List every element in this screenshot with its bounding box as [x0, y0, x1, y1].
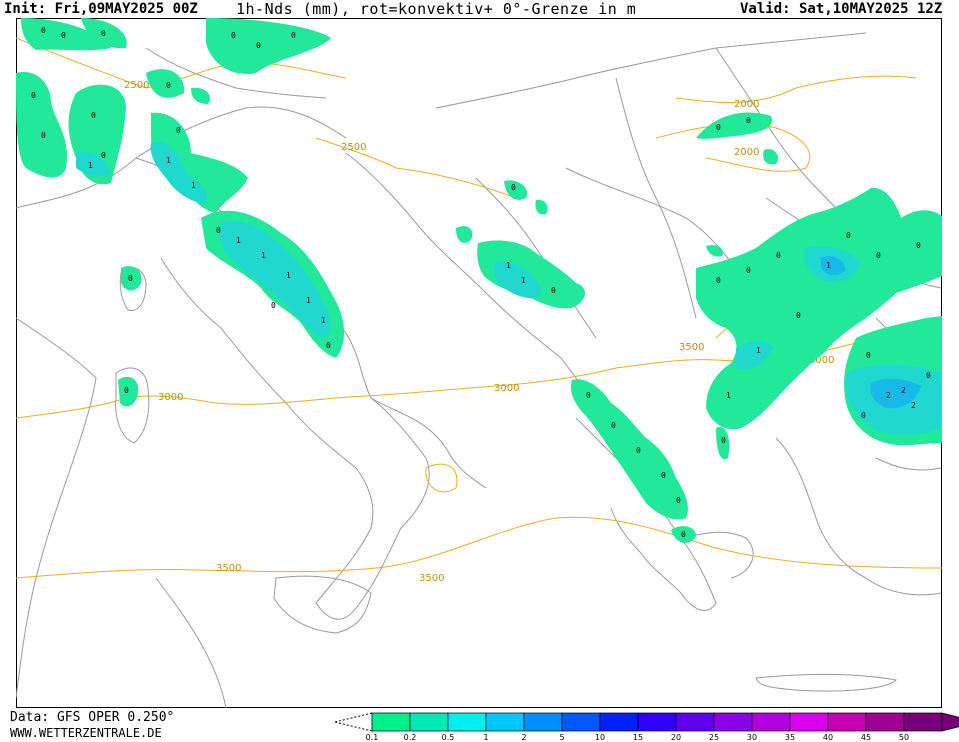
cell-symbol: 0 [611, 421, 616, 430]
cell-symbol: 0 [776, 251, 781, 260]
legend-swatch [409, 712, 449, 732]
cell-symbol: 0 [846, 231, 851, 240]
cell-symbol: 1 [756, 346, 761, 355]
cell-symbol: 1 [306, 296, 311, 305]
cell-symbol: 0 [41, 26, 46, 35]
cell-symbol: 1 [726, 391, 731, 400]
cell-symbol: 1 [506, 261, 511, 270]
contour-label: 2500 [124, 80, 149, 91]
cell-symbol: 1 [261, 251, 266, 260]
cell-symbol: 0 [866, 351, 871, 360]
cell-symbol: 0 [676, 496, 681, 505]
cell-symbol: 0 [746, 266, 751, 275]
cell-symbol: 0 [91, 111, 96, 120]
legend-swatch [675, 712, 715, 732]
contour-label: 2500 [341, 142, 366, 153]
cell-symbol: 0 [61, 31, 66, 40]
cell-symbol: 0 [861, 411, 866, 420]
contour-label: 3000 [158, 392, 183, 403]
cell-symbol: 1 [166, 156, 171, 165]
cell-symbol: 0 [128, 274, 133, 283]
cell-symbol: 0 [916, 241, 921, 250]
legend-swatch [599, 712, 639, 732]
cell-symbol: 0 [41, 131, 46, 140]
legend-swatch [827, 712, 867, 732]
cell-symbol: 0 [101, 29, 106, 38]
legend-swatch [789, 712, 829, 732]
weather-map: 2500 2500 2000 2000 3000 3000 3000 3500 … [16, 18, 942, 708]
cell-symbol: 0 [551, 286, 556, 295]
cell-symbol: 0 [326, 341, 331, 350]
contour-label: 3500 [679, 342, 704, 353]
legend-swatch [523, 712, 563, 732]
cell-symbol: 0 [721, 436, 726, 445]
cell-symbol: 0 [716, 276, 721, 285]
legend-color-bar [335, 712, 959, 732]
cell-symbol: 0 [681, 530, 686, 539]
legend-swatch [865, 712, 905, 732]
cell-symbol: 1 [826, 261, 831, 270]
cell-symbol: 0 [661, 471, 666, 480]
cell-symbol: 2 [911, 401, 916, 410]
legend-swatch [485, 712, 525, 732]
cell-symbol: 0 [166, 81, 171, 90]
valid-time: Valid: Sat,10MAY2025 12Z [740, 1, 943, 17]
cell-symbol: 0 [636, 446, 641, 455]
cell-symbol: 1 [191, 181, 196, 190]
cell-symbol: 0 [796, 311, 801, 320]
cell-symbol: 1 [88, 161, 93, 170]
contour-label: 3500 [419, 573, 444, 584]
cell-symbol: 0 [124, 386, 129, 395]
cell-symbol: 0 [746, 116, 751, 125]
cell-symbol: 0 [271, 301, 276, 310]
legend-high-arrow [941, 712, 959, 732]
cell-symbol: 1 [321, 316, 326, 325]
cell-symbol: 2 [901, 386, 906, 395]
cell-symbol: 0 [231, 31, 236, 40]
cell-symbol: 0 [511, 183, 516, 192]
data-source: Data: GFS OPER 0.250° [10, 710, 175, 725]
legend-swatch [637, 712, 677, 732]
contour-label: 2000 [734, 147, 759, 158]
cell-symbol: 1 [236, 236, 241, 245]
cell-symbol: 0 [876, 251, 881, 260]
legend-swatch [447, 712, 487, 732]
legend-swatch [903, 712, 943, 732]
website: WWW.WETTERZENTRALE.DE [10, 726, 162, 740]
cell-symbol: 0 [31, 91, 36, 100]
cell-symbol: 0 [586, 391, 591, 400]
map-title: 1h-Nds (mm), rot=konvektiv+ 0°-Grenze in… [236, 0, 637, 18]
cell-symbol: 0 [291, 31, 296, 40]
cell-symbol: 0 [926, 371, 931, 380]
precip-legend: 0.1 0.2 0.5 1 2 5 10 15 20 25 30 35 40 45 50 [335, 711, 959, 742]
cell-symbol: 1 [521, 276, 526, 285]
cell-symbol: 0 [216, 226, 221, 235]
legend-swatch [713, 712, 753, 732]
legend-swatch [751, 712, 791, 732]
legend-swatch [561, 712, 601, 732]
legend-low-arrow [335, 712, 373, 732]
cell-symbol: 1 [286, 271, 291, 280]
contour-label: 3500 [216, 563, 241, 574]
legend-swatch [371, 712, 411, 732]
contour-label: 3000 [494, 383, 519, 394]
cell-symbol: 0 [716, 123, 721, 132]
cell-symbol: 0 [256, 41, 261, 50]
init-time: Init: Fri,09MAY2025 00Z [4, 1, 198, 17]
cell-symbol: 2 [886, 391, 891, 400]
contour-label: 2000 [734, 99, 759, 110]
cell-symbol: 0 [176, 126, 181, 135]
cell-symbol: 0 [101, 151, 106, 160]
